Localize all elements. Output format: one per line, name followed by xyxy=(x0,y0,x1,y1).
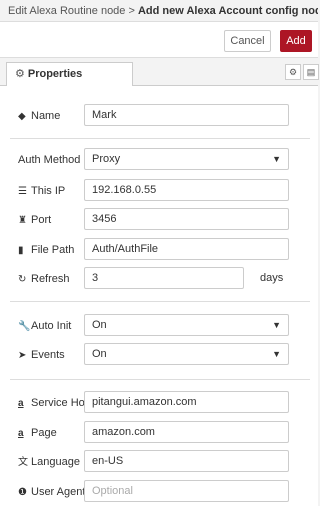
list-icon: ☰ xyxy=(18,186,27,197)
events-label: Events xyxy=(31,349,65,361)
auto-init-row: 🔧Auto Init On ▼ xyxy=(0,314,318,338)
page-label: Page xyxy=(31,427,57,439)
auto-init-value: On xyxy=(92,319,107,331)
auth-method-row: Auth Method Proxy ▼ xyxy=(0,148,318,172)
rocket-icon: ➤ xyxy=(18,350,27,361)
gear-icon: ⚙ xyxy=(15,68,25,80)
file-icon: ▮ xyxy=(18,245,24,256)
language-label: Language xyxy=(31,456,80,468)
language-input[interactable]: en-US xyxy=(84,450,289,472)
tab-bar: ⚙ Properties ⚙ ▤ xyxy=(0,58,319,86)
this-ip-input[interactable]: 192.168.0.55 xyxy=(84,179,289,201)
events-row: ➤ Events On ▼ xyxy=(0,343,318,367)
user-agent-row: ❶ User Agent Optional xyxy=(0,480,318,504)
refresh-unit: days xyxy=(260,272,284,284)
tag-icon: ◆ xyxy=(18,111,26,122)
user-agent-input[interactable]: Optional xyxy=(84,480,289,502)
port-icon: ♜ xyxy=(18,215,27,226)
gear-icon: ⚙ xyxy=(288,67,298,77)
auth-method-value: Proxy xyxy=(92,153,121,165)
add-button[interactable]: Add xyxy=(280,30,312,52)
service-host-input[interactable]: pitangui.amazon.com xyxy=(84,391,289,413)
refresh-label: Refresh xyxy=(31,273,70,285)
service-host-row: a Service Host pitangui.amazon.com xyxy=(0,391,318,415)
file-path-input[interactable]: Auth/AuthFile xyxy=(84,238,289,260)
name-row: ◆ Name Mark xyxy=(0,104,318,128)
language-row: 文 Language en-US xyxy=(0,450,318,474)
refresh-input[interactable]: 3 xyxy=(84,267,244,289)
user-agent-label: User Agent xyxy=(31,486,86,498)
events-value: On xyxy=(92,348,107,360)
info-icon: ❶ xyxy=(18,487,27,498)
description-tab-icon-button[interactable]: ▤ xyxy=(303,64,319,80)
page-input[interactable]: amazon.com xyxy=(84,421,289,443)
port-input[interactable]: 3456 xyxy=(84,208,289,230)
properties-panel: ◆ Name Mark Auth Method Proxy ▼ ☰ This IP … xyxy=(0,86,318,506)
language-icon: 文 xyxy=(18,457,28,468)
auth-method-select[interactable]: Proxy ▼ xyxy=(84,148,289,170)
breadcrumb-current: Add new Alexa Account config node xyxy=(137,5,318,17)
amazon-icon: a xyxy=(18,428,24,439)
tab-properties[interactable]: ⚙ Properties xyxy=(6,62,133,86)
dialog-title: Edit Alexa Routine node > Add new Alexa … xyxy=(0,0,318,22)
divider xyxy=(10,301,310,302)
events-select[interactable]: On ▼ xyxy=(84,343,289,365)
divider xyxy=(10,138,310,139)
chevron-down-icon: ▼ xyxy=(272,349,281,359)
port-row: ♜ Port 3456 xyxy=(0,208,318,232)
refresh-icon: ↻ xyxy=(18,274,27,285)
amazon-icon: a xyxy=(18,398,24,409)
file-path-label: File Path xyxy=(31,244,75,256)
port-label: Port xyxy=(31,214,52,226)
breadcrumb-prefix: Edit Alexa Routine node > xyxy=(8,5,138,17)
name-label: Name xyxy=(31,110,61,122)
auto-init-label: Auto Init xyxy=(31,320,72,332)
name-input[interactable]: Mark xyxy=(84,104,289,126)
refresh-row: ↻ Refresh 3 days xyxy=(0,267,318,291)
divider xyxy=(10,379,310,380)
file-path-row: ▮ File Path Auth/AuthFile xyxy=(0,238,318,262)
action-bar: Cancel Add xyxy=(0,22,318,58)
auto-init-select[interactable]: On ▼ xyxy=(84,314,289,336)
settings-tab-icon-button[interactable]: ⚙ xyxy=(285,64,301,80)
this-ip-label: This IP xyxy=(31,185,66,197)
chevron-down-icon: ▼ xyxy=(272,154,281,164)
tab-properties-label: Properties xyxy=(27,68,83,80)
chevron-down-icon: ▼ xyxy=(272,320,281,330)
this-ip-row: ☰ This IP 192.168.0.55 xyxy=(0,179,318,203)
auth-method-label: Auth Method xyxy=(18,154,81,166)
cancel-button[interactable]: Cancel xyxy=(224,30,271,52)
document-icon: ▤ xyxy=(306,67,316,77)
page-row: a Page amazon.com xyxy=(0,421,318,445)
wrench-icon: 🔧 xyxy=(18,321,31,332)
